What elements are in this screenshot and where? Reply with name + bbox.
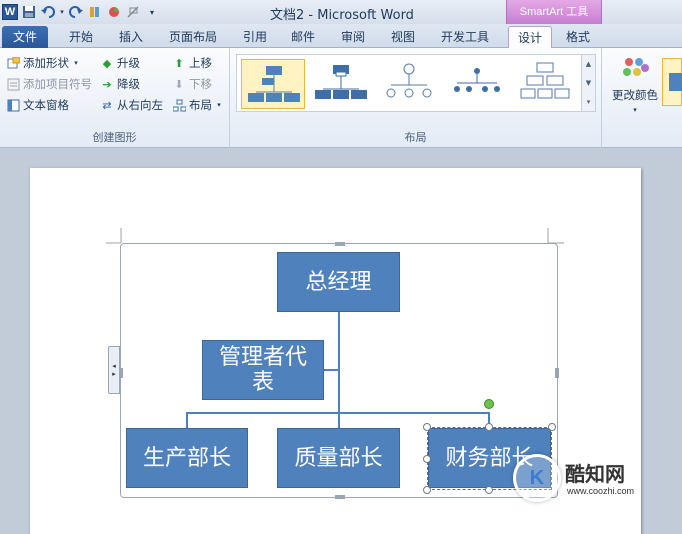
frame-bottom-handle[interactable] — [335, 495, 345, 499]
resize-handle-sw[interactable] — [423, 486, 431, 494]
connector-assistant — [324, 369, 340, 371]
connector-top-vertical — [338, 312, 340, 414]
org-node-child[interactable]: 生产部长 — [126, 428, 248, 488]
resize-handle-n[interactable] — [485, 423, 493, 431]
watermark-name: 酷知网 — [565, 462, 625, 486]
resize-handle-w[interactable] — [423, 455, 431, 463]
org-node-top[interactable]: 总经理 — [277, 252, 400, 312]
expand-right-icon: ▸ — [112, 370, 116, 378]
text-pane-toggle[interactable]: ◂ ▸ — [108, 346, 120, 394]
frame-right-handle[interactable] — [555, 368, 559, 378]
resize-handle-ne[interactable] — [548, 423, 556, 431]
expand-left-icon: ◂ — [112, 362, 116, 370]
org-node-assistant[interactable]: 管理者代表 — [202, 340, 324, 400]
frame-top-handle[interactable] — [335, 242, 345, 246]
watermark: K 酷知网 www.coozhi.com — [505, 448, 665, 518]
watermark-url: www.coozhi.com — [567, 486, 635, 496]
connector-child-2 — [338, 412, 340, 428]
rotation-handle[interactable] — [484, 399, 494, 409]
resize-handle-nw[interactable] — [423, 423, 431, 431]
resize-handle-s[interactable] — [485, 486, 493, 494]
watermark-logo: K — [513, 454, 561, 502]
org-node-child[interactable]: 质量部长 — [277, 428, 400, 488]
connector-child-1 — [186, 412, 188, 428]
